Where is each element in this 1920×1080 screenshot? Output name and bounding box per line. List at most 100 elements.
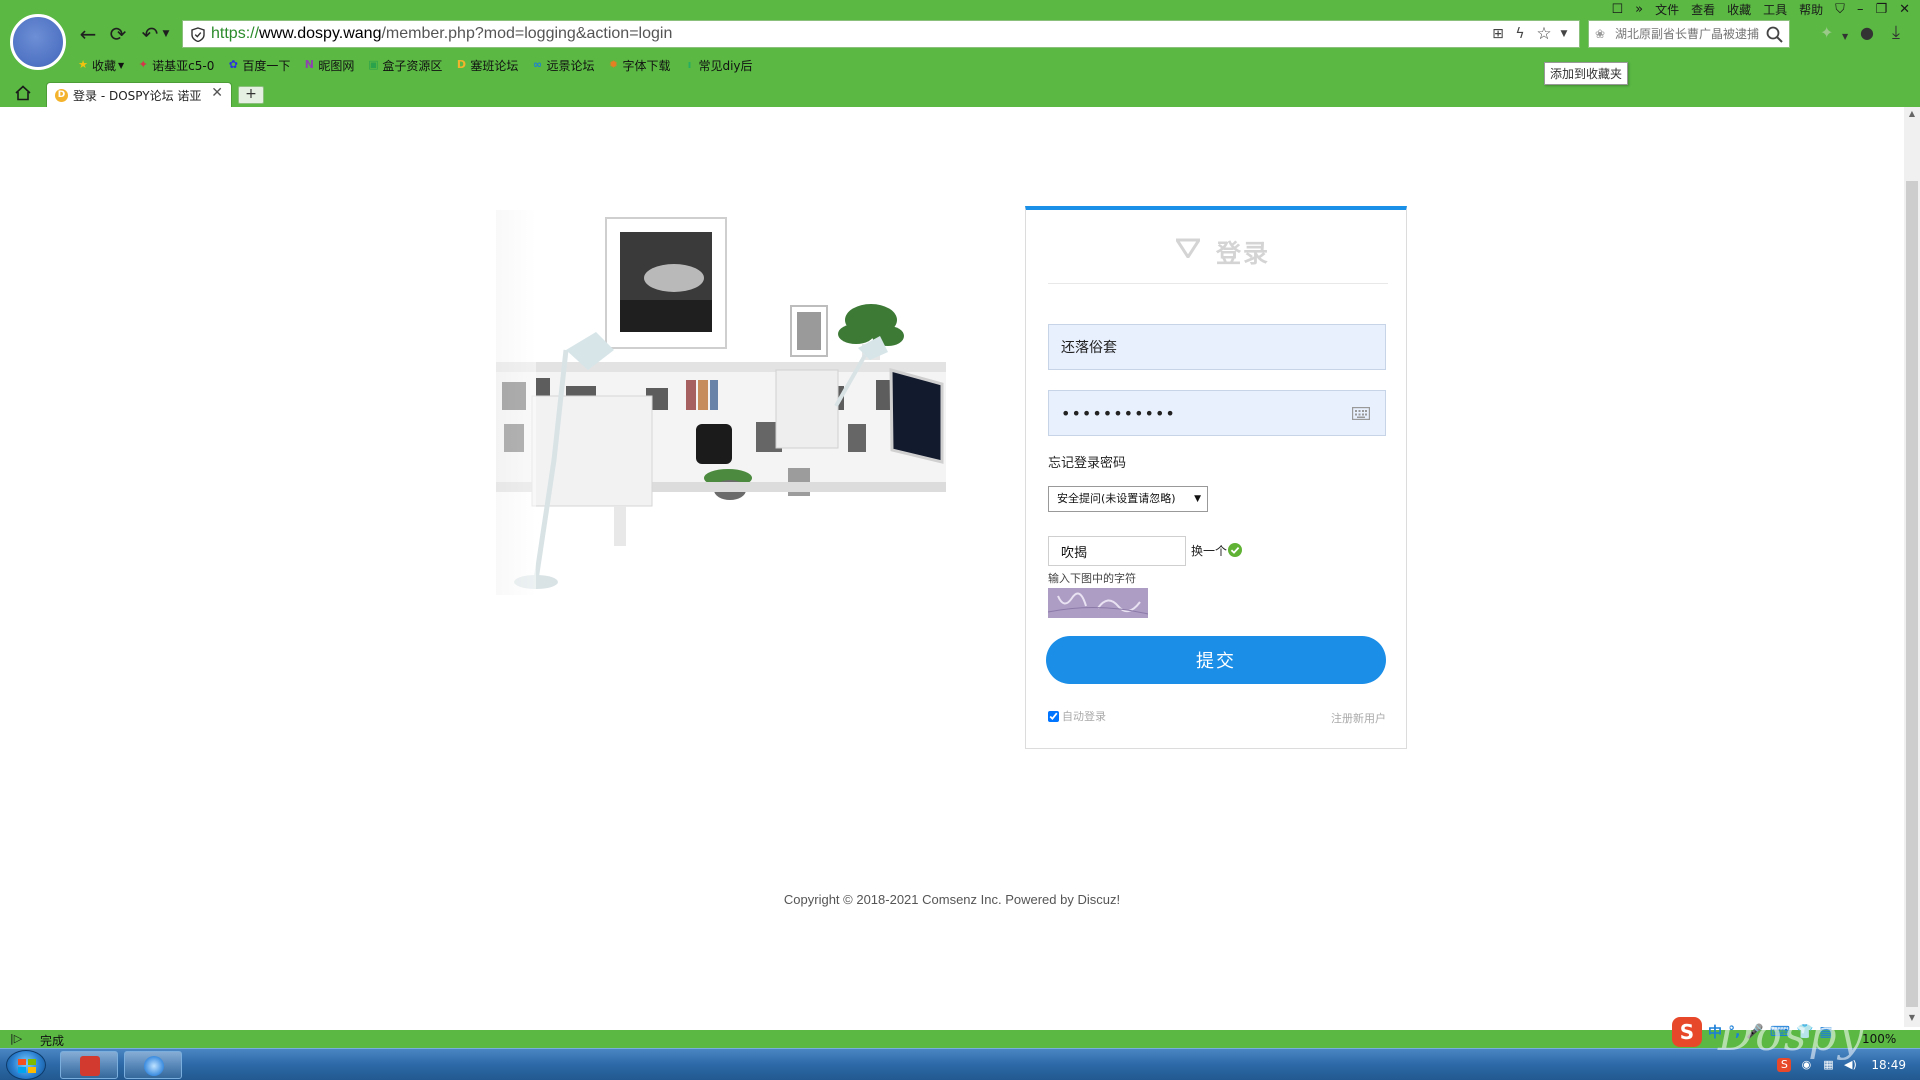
menu-help[interactable]: 帮助 <box>1799 1 1823 18</box>
nokia-icon: ✦ <box>138 58 148 71</box>
address-bar[interactable]: https://www.dospy.wang/member.php?mod=lo… <box>182 20 1580 48</box>
captcha-hint: 输入下图中的字符 <box>1048 572 1136 585</box>
reload-button[interactable]: ⟳ <box>106 22 130 46</box>
menu-tools[interactable]: 工具 <box>1763 1 1787 18</box>
register-link[interactable]: 注册新用户 <box>1331 710 1386 726</box>
sogou-ime-icon[interactable]: S <box>1672 1017 1702 1047</box>
captcha-image[interactable] <box>1048 588 1148 618</box>
search-icon[interactable] <box>1766 26 1783 43</box>
bookmark-nipic[interactable]: N 昵图网 <box>302 56 355 74</box>
username-input[interactable] <box>1048 324 1386 370</box>
close-window-icon[interactable]: ✕ <box>1899 2 1910 17</box>
dospy-icon: D <box>456 58 466 71</box>
volume-icon[interactable]: ◀) <box>1843 1058 1857 1072</box>
close-icon[interactable]: ✕ <box>211 85 223 101</box>
vertical-scrollbar[interactable]: ▲ ▼ <box>1904 107 1920 1027</box>
bookmark-label: 盒子资源区 <box>382 58 443 73</box>
star-icon: ★ <box>78 58 88 71</box>
url-text[interactable]: https://www.dospy.wang/member.php?mod=lo… <box>211 21 672 47</box>
zoom-level[interactable]: 100% <box>1862 1032 1896 1046</box>
caret-down-icon: ▼ <box>162 29 170 39</box>
sogou-tray-icon[interactable]: S <box>1777 1058 1792 1072</box>
microphone-icon[interactable]: 🎤 <box>1746 1024 1763 1040</box>
pcbeta-icon: ∞ <box>532 58 543 71</box>
security-question-select[interactable]: 安全提问(未设置请忽略) ▼ <box>1048 486 1208 512</box>
scroll-up-icon[interactable]: ▲ <box>1904 109 1920 121</box>
auto-login-checkbox[interactable] <box>1048 710 1059 722</box>
scroll-thumb[interactable] <box>1906 181 1918 1007</box>
bookmark-label: 百度一下 <box>242 58 291 73</box>
user-avatar[interactable] <box>10 14 66 70</box>
search-box[interactable]: ❀ <box>1588 20 1790 48</box>
browser-chrome: ← ⟳ ↶ ▼ https://www.dospy.wang/member.ph… <box>0 0 1920 107</box>
search-engine-icon[interactable]: ❀ <box>1595 27 1609 41</box>
nipic-icon: N <box>304 58 314 71</box>
keyboard-icon[interactable] <box>1352 407 1370 420</box>
caret-down-icon[interactable]: ▼ <box>1555 25 1573 43</box>
bookmark-diy[interactable]: ı 常见diy后 <box>682 56 753 74</box>
play-icon[interactable]: |▷ <box>10 1032 22 1045</box>
window-icon[interactable]: ☐ <box>1611 2 1623 17</box>
bookmark-symbian[interactable]: D 塞班论坛 <box>454 56 519 74</box>
status-text: 完成 <box>40 1034 65 1048</box>
bookmark-label: 塞班论坛 <box>470 58 519 73</box>
minimize-icon[interactable]: – <box>1857 2 1864 17</box>
check-circle-icon <box>1228 543 1242 557</box>
toolbox-icon[interactable]: ▦ <box>1819 1024 1832 1040</box>
menu-favorites[interactable]: 收藏 <box>1727 1 1751 18</box>
shirt-icon[interactable]: ⛉ <box>1835 2 1845 17</box>
tab-login[interactable]: D 登录 - DOSPY论坛 诺亚 ✕ <box>46 82 232 107</box>
url-path: /member.php?mod=logging&action=login <box>381 25 673 42</box>
taskbar-app-browser[interactable] <box>124 1051 182 1079</box>
qr-code-icon[interactable]: ⊞ <box>1489 25 1507 43</box>
url-scheme: https:// <box>211 25 260 42</box>
ime-toolbar: S 中 °, 🎤 ⌨ 👕 ▦ <box>1672 1016 1833 1048</box>
caret-down-icon: ▼ <box>118 60 125 70</box>
download-icon[interactable]: ⤓ <box>1892 24 1900 42</box>
password-input[interactable] <box>1048 390 1386 436</box>
caret-down-icon: ▼ <box>1194 494 1201 504</box>
clock[interactable]: 18:49 <box>1871 1058 1906 1072</box>
submit-button[interactable]: 提交 <box>1046 636 1386 684</box>
arrow-left-icon: ← <box>79 22 97 46</box>
taskbar-app-wps[interactable] <box>60 1051 118 1079</box>
menu-file[interactable]: 文件 <box>1655 1 1679 18</box>
captcha-input[interactable] <box>1048 536 1186 566</box>
bookmark-favorites[interactable]: ★ 收藏 ▼ <box>76 56 124 74</box>
extension-icon[interactable]: ✦ <box>1820 24 1833 42</box>
chevrons-right-icon[interactable]: » <box>1635 2 1643 17</box>
keyboard-icon[interactable]: ⌨ <box>1770 1024 1790 1040</box>
bookmark-pcbeta[interactable]: ∞ 远景论坛 <box>530 56 595 74</box>
account-icon[interactable]: ● <box>1860 24 1874 42</box>
bookmark-nokia[interactable]: ✦ 诺基亚c5-0 <box>136 56 215 74</box>
app-tray-icon[interactable]: ◉ <box>1799 1058 1813 1072</box>
back-button[interactable]: ← <box>76 22 100 46</box>
network-icon[interactable]: ▦ <box>1821 1058 1835 1072</box>
home-icon[interactable] <box>14 84 32 102</box>
undo-close-button[interactable]: ↶ <box>138 22 162 46</box>
url-host: www.dospy.wang <box>259 25 382 42</box>
bookmark-box[interactable]: ▣ 盒子资源区 <box>366 56 442 74</box>
ime-chinese-mode[interactable]: 中 <box>1708 1022 1722 1042</box>
system-tray: S ◉ ▦ ◀) 18:49 <box>1777 1049 1906 1080</box>
shield-icon <box>191 27 205 42</box>
captcha-refresh-link[interactable]: 换一个 <box>1191 542 1227 559</box>
login-header: 登录 <box>1048 210 1388 284</box>
undo-menu-button[interactable]: ▼ <box>160 22 172 46</box>
ime-punctuation[interactable]: °, <box>1728 1024 1740 1040</box>
restore-icon[interactable]: ❐ <box>1875 2 1887 17</box>
menu-view[interactable]: 查看 <box>1691 1 1715 18</box>
scroll-down-icon[interactable]: ▼ <box>1904 1013 1920 1025</box>
bookmark-fonts[interactable]: ✹ 字体下载 <box>606 56 671 74</box>
caret-down-icon[interactable]: ▼ <box>1842 28 1848 46</box>
start-button[interactable] <box>6 1050 46 1080</box>
dospy-logo-icon <box>1176 238 1200 258</box>
bolt-icon[interactable]: ϟ <box>1511 25 1529 43</box>
auto-login-option[interactable]: 自动登录 <box>1048 708 1106 724</box>
favorite-star-icon[interactable]: ☆ <box>1535 25 1553 43</box>
skin-icon[interactable]: 👕 <box>1796 1024 1813 1040</box>
bookmark-baidu[interactable]: ✿ 百度一下 <box>226 56 291 74</box>
search-input[interactable] <box>1615 24 1763 44</box>
forgot-password-link[interactable]: 忘记登录密码 <box>1048 452 1126 471</box>
new-tab-button[interactable]: + <box>238 86 264 104</box>
